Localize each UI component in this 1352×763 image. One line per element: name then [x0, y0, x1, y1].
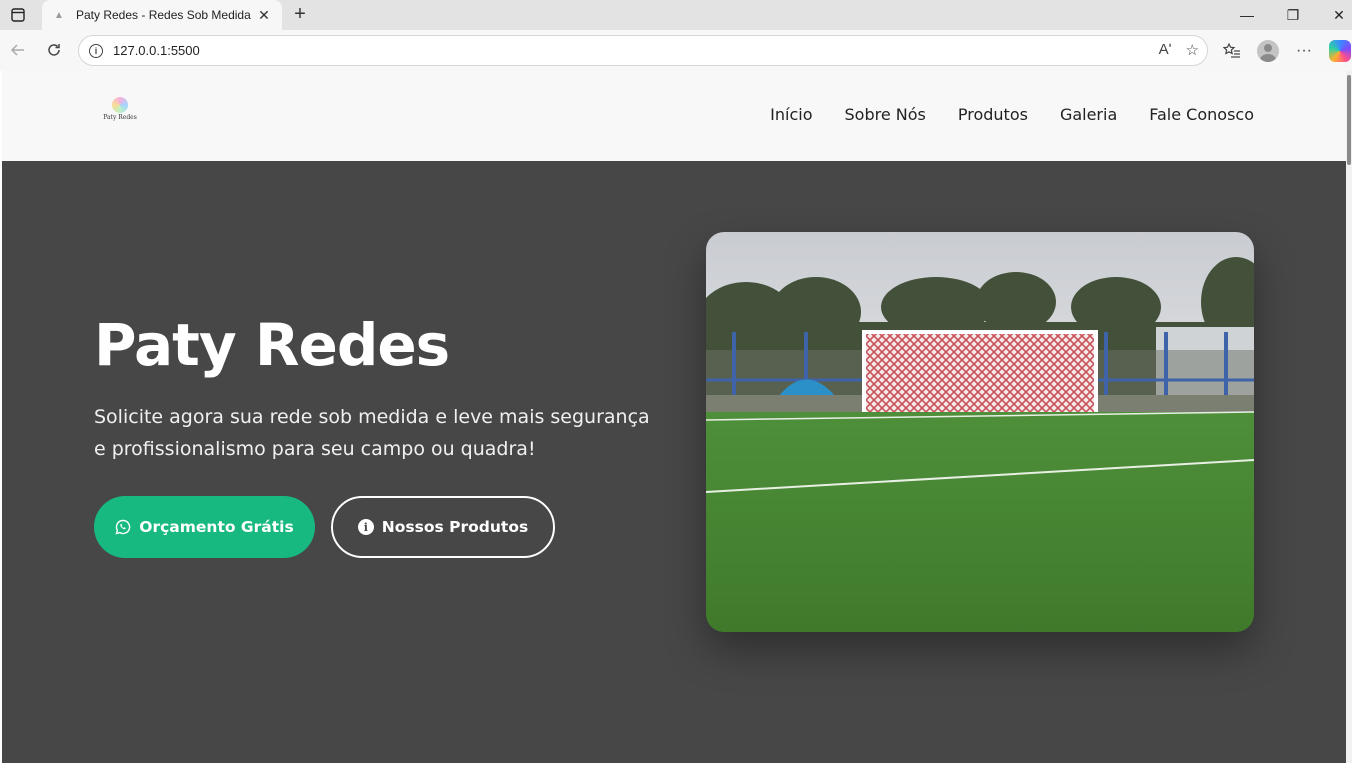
nav-link-galeria[interactable]: Galeria: [1060, 105, 1117, 124]
logo-mark-icon: [112, 97, 128, 113]
page-scrollbar[interactable]: [1346, 71, 1352, 763]
more-icon[interactable]: ···: [1291, 38, 1317, 64]
favorite-star-icon[interactable]: ☆: [1186, 41, 1199, 59]
whatsapp-icon: [115, 519, 131, 535]
profile-icon[interactable]: [1255, 38, 1281, 64]
address-bar[interactable]: i 127.0.0.1:5500 Aʹ ☆: [78, 35, 1208, 66]
scrollbar-thumb[interactable]: [1347, 75, 1351, 165]
browser-titlebar: ▲ Paty Redes - Redes Sob Medida ✕ + — ❐ …: [0, 0, 1352, 30]
minimize-button[interactable]: —: [1224, 0, 1270, 30]
nav-link-inicio[interactable]: Início: [770, 105, 812, 124]
soccer-goal-photo: [706, 232, 1254, 632]
free-quote-label: Orçamento Grátis: [139, 518, 294, 536]
browser-tab[interactable]: ▲ Paty Redes - Redes Sob Medida ✕: [42, 0, 282, 30]
back-icon[interactable]: [6, 38, 30, 62]
new-tab-button[interactable]: +: [288, 2, 312, 26]
browser-toolbar: i 127.0.0.1:5500 Aʹ ☆ ···: [0, 30, 1352, 71]
copilot-icon[interactable]: [1327, 38, 1352, 64]
sidebar-toggle-icon[interactable]: [6, 4, 30, 26]
close-window-button[interactable]: ✕: [1316, 0, 1352, 30]
logo-text: Paty Redes: [103, 114, 137, 121]
nav-link-produtos[interactable]: Produtos: [958, 105, 1028, 124]
site-header: Paty Redes Início Sobre Nós Produtos Gal…: [2, 71, 1346, 161]
site-logo[interactable]: Paty Redes: [100, 97, 140, 125]
hero-title: Paty Redes: [94, 311, 450, 379]
free-quote-button[interactable]: Orçamento Grátis: [94, 496, 315, 558]
page-favicon-icon: ▲: [54, 9, 64, 21]
info-icon[interactable]: i: [89, 43, 103, 58]
hero-subtitle: Solicite agora sua rede sob medida e lev…: [94, 406, 650, 460]
tab-title: Paty Redes - Redes Sob Medida: [76, 8, 251, 22]
url-text: 127.0.0.1:5500: [113, 43, 200, 58]
reload-icon[interactable]: [42, 38, 66, 62]
nav-link-sobre-nos[interactable]: Sobre Nós: [845, 105, 926, 124]
our-products-label: Nossos Produtos: [381, 518, 529, 536]
read-aloud-icon[interactable]: Aʹ: [1159, 41, 1172, 59]
page-viewport: Paty Redes Início Sobre Nós Produtos Gal…: [2, 71, 1346, 763]
tab-close-icon[interactable]: ✕: [256, 7, 272, 24]
our-products-button[interactable]: i Nossos Produtos: [331, 496, 555, 558]
favorites-icon[interactable]: [1219, 38, 1245, 64]
hero-section: Paty Redes Solicite agora sua rede sob m…: [2, 161, 1346, 763]
info-circle-icon: i: [357, 519, 374, 535]
nav-link-fale-conosco[interactable]: Fale Conosco: [1149, 105, 1254, 124]
restore-button[interactable]: ❐: [1270, 0, 1316, 30]
main-nav: Início Sobre Nós Produtos Galeria Fale C…: [770, 105, 1254, 124]
